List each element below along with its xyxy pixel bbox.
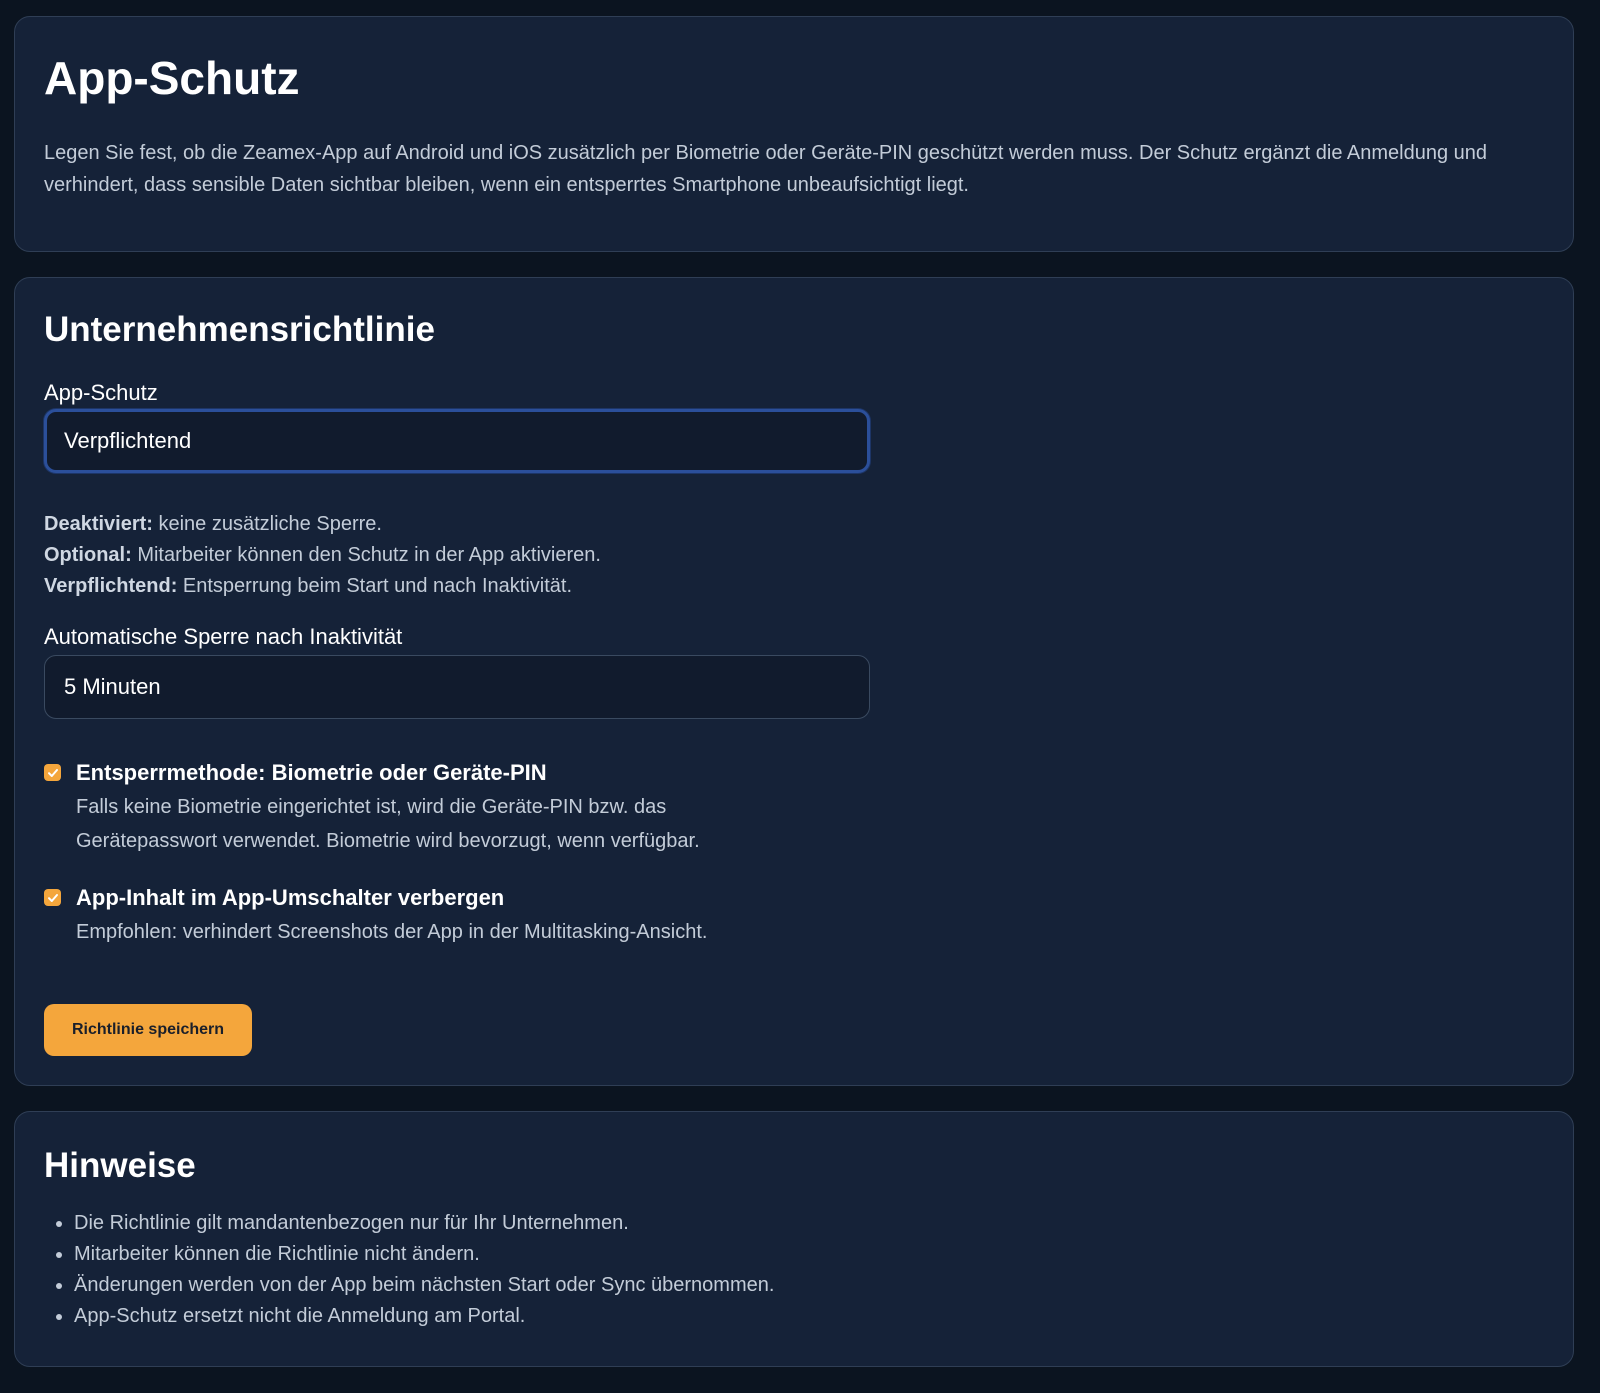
unlock-method-title: Entsperrmethode: Biometrie oder Geräte-P…: [76, 760, 547, 785]
unlock-method-description: Falls keine Biometrie eingerichtet ist, …: [76, 796, 700, 852]
checkmark-icon: [47, 893, 58, 902]
list-item: Änderungen werden von der App beim nächs…: [74, 1270, 774, 1301]
list-item: Die Richtlinie gilt mandantenbezogen nur…: [74, 1208, 774, 1239]
list-item: Mitarbeiter können die Richtlinie nicht …: [74, 1239, 774, 1270]
help-text: keine zusätzliche Sperre.: [152, 513, 382, 535]
help-line-mandatory: Verpflichtend: Entsperrung beim Start un…: [44, 571, 601, 602]
app-protection-help: Deaktiviert: keine zusätzliche Sperre. O…: [44, 509, 601, 602]
help-term: Verpflichtend:: [44, 575, 178, 597]
help-term: Deaktiviert:: [44, 513, 153, 535]
hide-content-description: Empfohlen: verhindert Screenshots der Ap…: [76, 921, 708, 943]
notes-list: Die Richtlinie gilt mandantenbezogen nur…: [44, 1208, 774, 1332]
auto-lock-select[interactable]: 5 Minuten: [44, 655, 870, 719]
hide-content-title: App-Inhalt im App-Umschalter verbergen: [76, 885, 505, 910]
app-protection-label: App-Schutz: [44, 380, 158, 405]
help-text: Mitarbeiter können den Schutz in der App…: [131, 544, 601, 566]
unlock-method-checkbox[interactable]: [44, 764, 61, 781]
app-protection-select[interactable]: Verpflichtend: [44, 409, 870, 473]
intro-description: Legen Sie fest, ob die Zeamex-App auf An…: [44, 142, 1488, 196]
help-line-optional: Optional: Mitarbeiter können den Schutz …: [44, 540, 601, 571]
policy-card: Unternehmensrichtlinie App-Schutz Verpfl…: [14, 277, 1574, 1086]
checkmark-icon: [47, 768, 58, 777]
policy-section-title: Unternehmensrichtlinie: [44, 310, 435, 349]
notes-section-title: Hinweise: [44, 1146, 196, 1185]
auto-lock-label: Automatische Sperre nach Inaktivität: [44, 624, 403, 649]
hide-content-checkbox[interactable]: [44, 889, 61, 906]
save-policy-button[interactable]: Richtlinie speichern: [44, 1004, 252, 1056]
page-title: App-Schutz: [44, 52, 300, 104]
list-item: App-Schutz ersetzt nicht die Anmeldung a…: [74, 1301, 774, 1332]
intro-card: App-Schutz Legen Sie fest, ob die Zeamex…: [14, 16, 1574, 252]
help-text: Entsperrung beim Start und nach Inaktivi…: [177, 575, 573, 597]
help-line-deactivated: Deaktiviert: keine zusätzliche Sperre.: [44, 509, 601, 540]
notes-card: Hinweise Die Richtlinie gilt mandantenbe…: [14, 1111, 1574, 1367]
help-term: Optional:: [44, 544, 132, 566]
